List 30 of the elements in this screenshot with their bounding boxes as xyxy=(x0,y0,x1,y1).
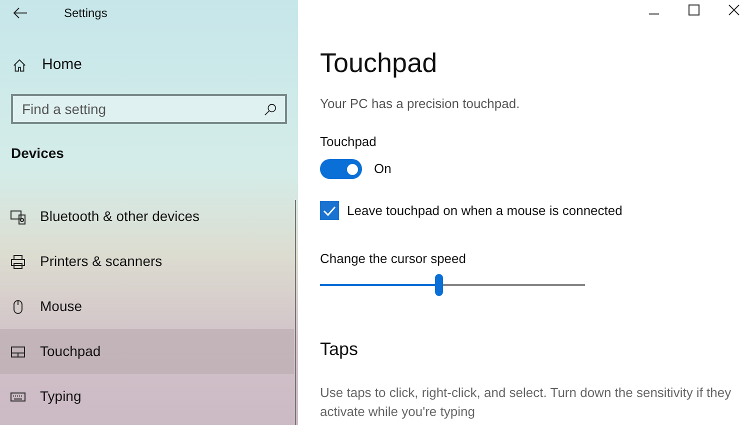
slider-label: Change the cursor speed xyxy=(320,250,466,268)
speed-slider[interactable] xyxy=(320,274,585,296)
maximize-icon[interactable] xyxy=(688,4,700,16)
search-icon xyxy=(264,103,277,116)
section-description: Use taps to click, right-click, and select. Turn down the sensitivity if they activate while you're typing xyxy=(320,384,732,421)
touchpad-icon xyxy=(10,344,26,360)
section-heading: Taps xyxy=(320,338,358,361)
nav-item[interactable]: Mouse xyxy=(0,284,294,329)
nav-item[interactable]: Printers & scanners xyxy=(0,239,294,284)
back-arrow-icon[interactable] xyxy=(12,6,28,18)
toggle-state-text: On xyxy=(374,160,392,178)
section-heading: Devices xyxy=(11,144,65,163)
search-field[interactable]: Find a setting xyxy=(11,94,287,124)
toggle-label: Touchpad xyxy=(320,132,376,151)
printer-icon xyxy=(10,254,26,270)
slider-thumb[interactable] xyxy=(435,274,444,296)
close-icon[interactable] xyxy=(728,4,740,16)
nav-item[interactable]: Touchpad xyxy=(0,329,294,374)
checkbox-label: Leave touchpad on when a mouse is connected xyxy=(347,202,622,220)
nav-item[interactable]: Bluetooth & other devices xyxy=(0,194,294,239)
description-text: Your PC has a precision touchpad. xyxy=(320,95,520,113)
home-icon xyxy=(12,58,27,72)
toggle-switch[interactable] xyxy=(320,159,362,179)
checkbox[interactable] xyxy=(320,201,339,220)
window-title: Settings xyxy=(64,4,108,22)
keyboard-speaker-icon xyxy=(10,208,26,224)
nav-item[interactable]: Typing xyxy=(0,374,294,419)
page-title: Touchpad xyxy=(320,47,438,80)
home-nav-item[interactable]: Home xyxy=(12,53,298,77)
checkmark-icon xyxy=(323,206,336,216)
